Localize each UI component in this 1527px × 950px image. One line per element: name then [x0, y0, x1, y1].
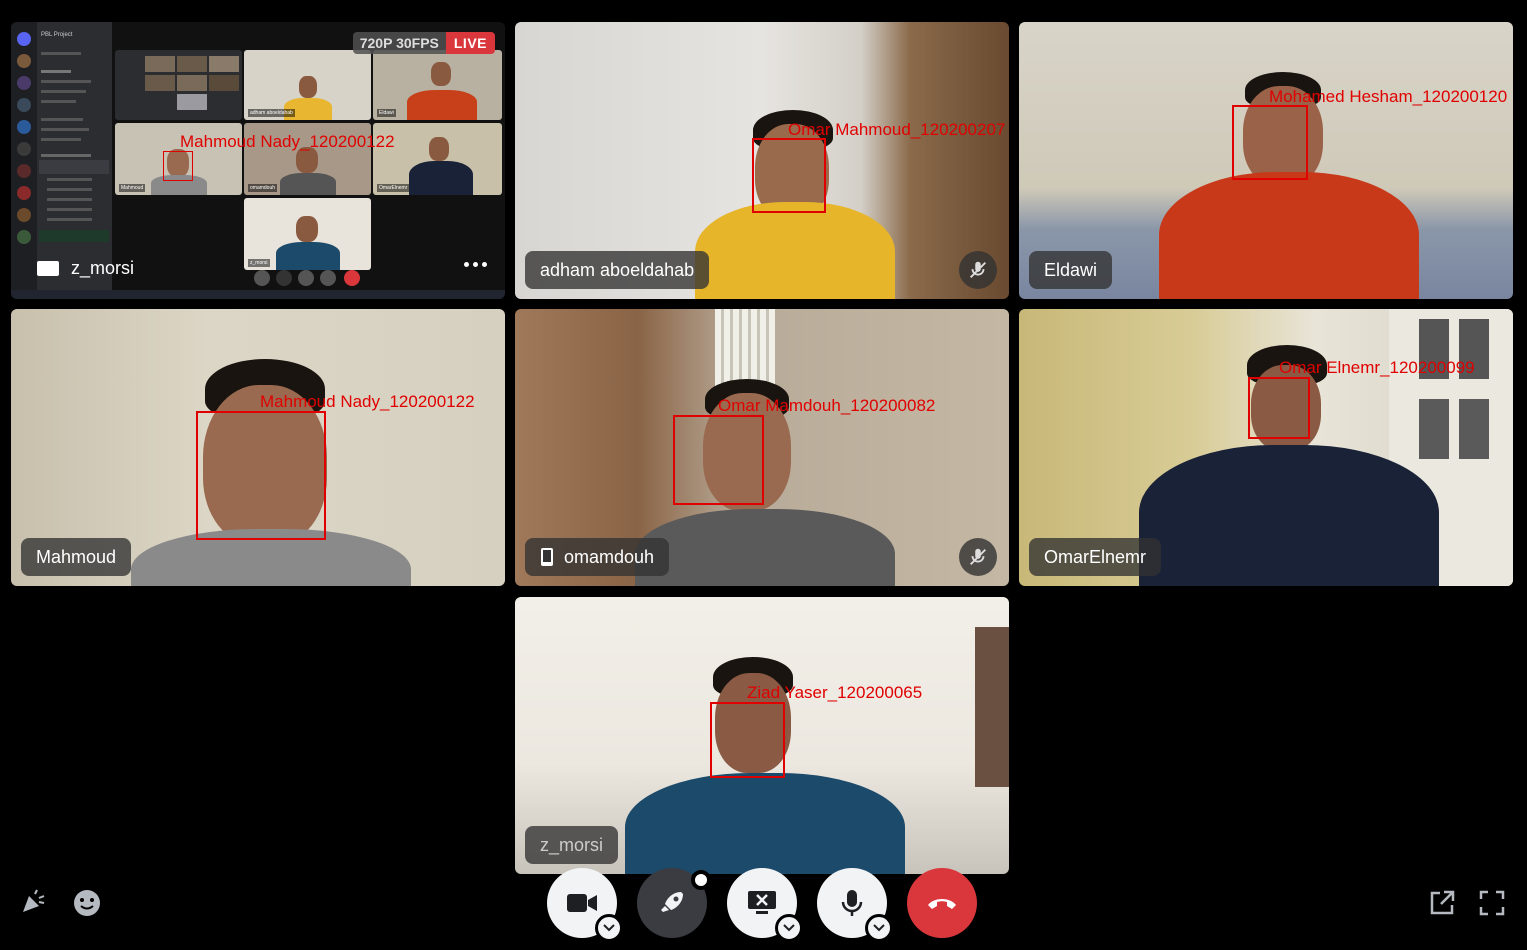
shared-name-omamdouh: omamdouh	[248, 184, 278, 192]
participant-name: omamdouh	[564, 546, 655, 567]
video-tile-zmorsi[interactable]: Ziad Yaser_120200065 z_morsi	[515, 597, 1009, 874]
chevron-down-icon	[783, 924, 795, 932]
video-tile-omamdouh[interactable]: Omar Mamdouh_120200082 omamdouh	[515, 309, 1009, 586]
microphone-icon	[841, 890, 863, 916]
screen-share-name-label: z_morsi	[37, 258, 134, 279]
emoji-button[interactable]	[69, 885, 105, 921]
soundboard-icon	[23, 889, 45, 912]
video-tile-omarelnemr[interactable]: Omar Elnemr_120200099 OmarElnemr	[1019, 309, 1513, 586]
resolution-badge: 720P 30FPS	[352, 32, 446, 54]
microphone-button[interactable]	[817, 868, 893, 942]
disconnect-button[interactable]	[907, 868, 977, 938]
participant-name: adham aboeldahab	[540, 259, 695, 280]
stream-badges: 720P 30FPS LIVE	[352, 32, 495, 54]
fullscreen-button[interactable]	[1474, 885, 1510, 921]
face-detection-box	[1232, 105, 1308, 180]
mobile-phone-icon	[541, 548, 553, 566]
screen-share-tile[interactable]: PBL Project adham aboeldahab Eldawi Mahm…	[11, 22, 505, 299]
camera-options-button[interactable]	[595, 914, 623, 942]
pop-out-icon	[1430, 890, 1455, 915]
participant-name: Mahmoud	[36, 546, 117, 567]
shared-discord-channel-list: PBL Project	[37, 22, 112, 290]
muted-microphone-icon	[959, 251, 997, 289]
stop-screen-share-icon	[748, 891, 776, 914]
chevron-down-icon	[603, 924, 615, 932]
live-badge: LIVE	[445, 32, 495, 54]
shared-server-name: PBL Project	[41, 32, 73, 38]
muted-microphone-icon	[959, 538, 997, 576]
face-detection-label: Mahmoud Nady_120200122	[260, 392, 475, 411]
stop-screen-share-button[interactable]	[727, 868, 803, 942]
participant-name: Eldawi	[1044, 259, 1098, 280]
face-detection-label: Omar Mamdouh_120200082	[718, 396, 936, 415]
shared-taskbar	[11, 290, 505, 299]
face-detection-box	[1248, 377, 1310, 439]
more-options-icon[interactable]	[464, 262, 487, 267]
shared-face-label: Mahmoud Nady_120200122	[180, 132, 395, 151]
face-detection-label: Omar Mahmoud_120200207	[788, 120, 1006, 139]
camera-button[interactable]	[547, 868, 623, 942]
face-detection-label: Mohamed Hesham_120200120	[1269, 87, 1508, 106]
activity-rocket-icon	[661, 892, 683, 912]
participant-name-pill: Mahmoud	[21, 538, 132, 576]
shared-name-adham: adham aboeldahab	[248, 109, 295, 117]
video-tile-eldawi[interactable]: Mohamed Hesham_120200120 Eldawi	[1019, 22, 1513, 299]
hang-up-icon	[928, 899, 956, 909]
screen-share-user-name: z_morsi	[71, 258, 135, 278]
video-tile-adham[interactable]: Omar Mahmoud_120200207 adham aboeldahab	[515, 22, 1009, 299]
emoji-icon	[74, 890, 100, 916]
shared-name-eldawi: Eldawi	[377, 109, 396, 117]
activity-notification-dot	[691, 870, 711, 890]
participant-name-pill: z_morsi	[525, 826, 619, 864]
participant-name: OmarElnemr	[1044, 546, 1147, 567]
shared-name-zmorsi: z_morsi	[248, 259, 270, 267]
video-tile-mahmoud[interactable]: Mahmoud Nady_120200122 Mahmoud	[11, 309, 505, 586]
activity-button[interactable]	[637, 868, 711, 938]
face-detection-label: Ziad Yaser_120200065	[747, 683, 923, 702]
chevron-down-icon	[873, 924, 885, 932]
microphone-options-button[interactable]	[865, 914, 893, 942]
face-detection-box	[673, 415, 764, 505]
shared-video-grid: adham aboeldahab Eldawi Mahmoud omamdouh…	[112, 22, 505, 290]
shared-name-omarelnemr: OmarElnemr	[377, 184, 410, 192]
participant-name-pill: OmarElnemr	[1029, 538, 1162, 576]
participant-name: z_morsi	[540, 834, 604, 855]
face-detection-box	[710, 702, 785, 778]
shared-nested-screen	[115, 50, 242, 120]
participant-name-pill: adham aboeldahab	[525, 251, 710, 289]
screen-share-options-button[interactable]	[775, 914, 803, 942]
camera-icon	[567, 894, 597, 912]
fullscreen-icon	[1479, 890, 1505, 916]
shared-discord-server-list	[11, 22, 37, 290]
participant-name-pill: omamdouh	[525, 538, 670, 576]
shared-name-mahmoud: Mahmoud	[119, 184, 146, 192]
soundboard-button[interactable]	[14, 885, 50, 921]
pop-out-button[interactable]	[1424, 885, 1460, 921]
participant-name-pill: Eldawi	[1029, 251, 1113, 289]
face-detection-box	[752, 138, 826, 213]
screen-share-icon	[37, 261, 59, 276]
face-detection-label: Omar Elnemr_120200099	[1279, 358, 1475, 377]
face-detection-box	[196, 411, 326, 540]
